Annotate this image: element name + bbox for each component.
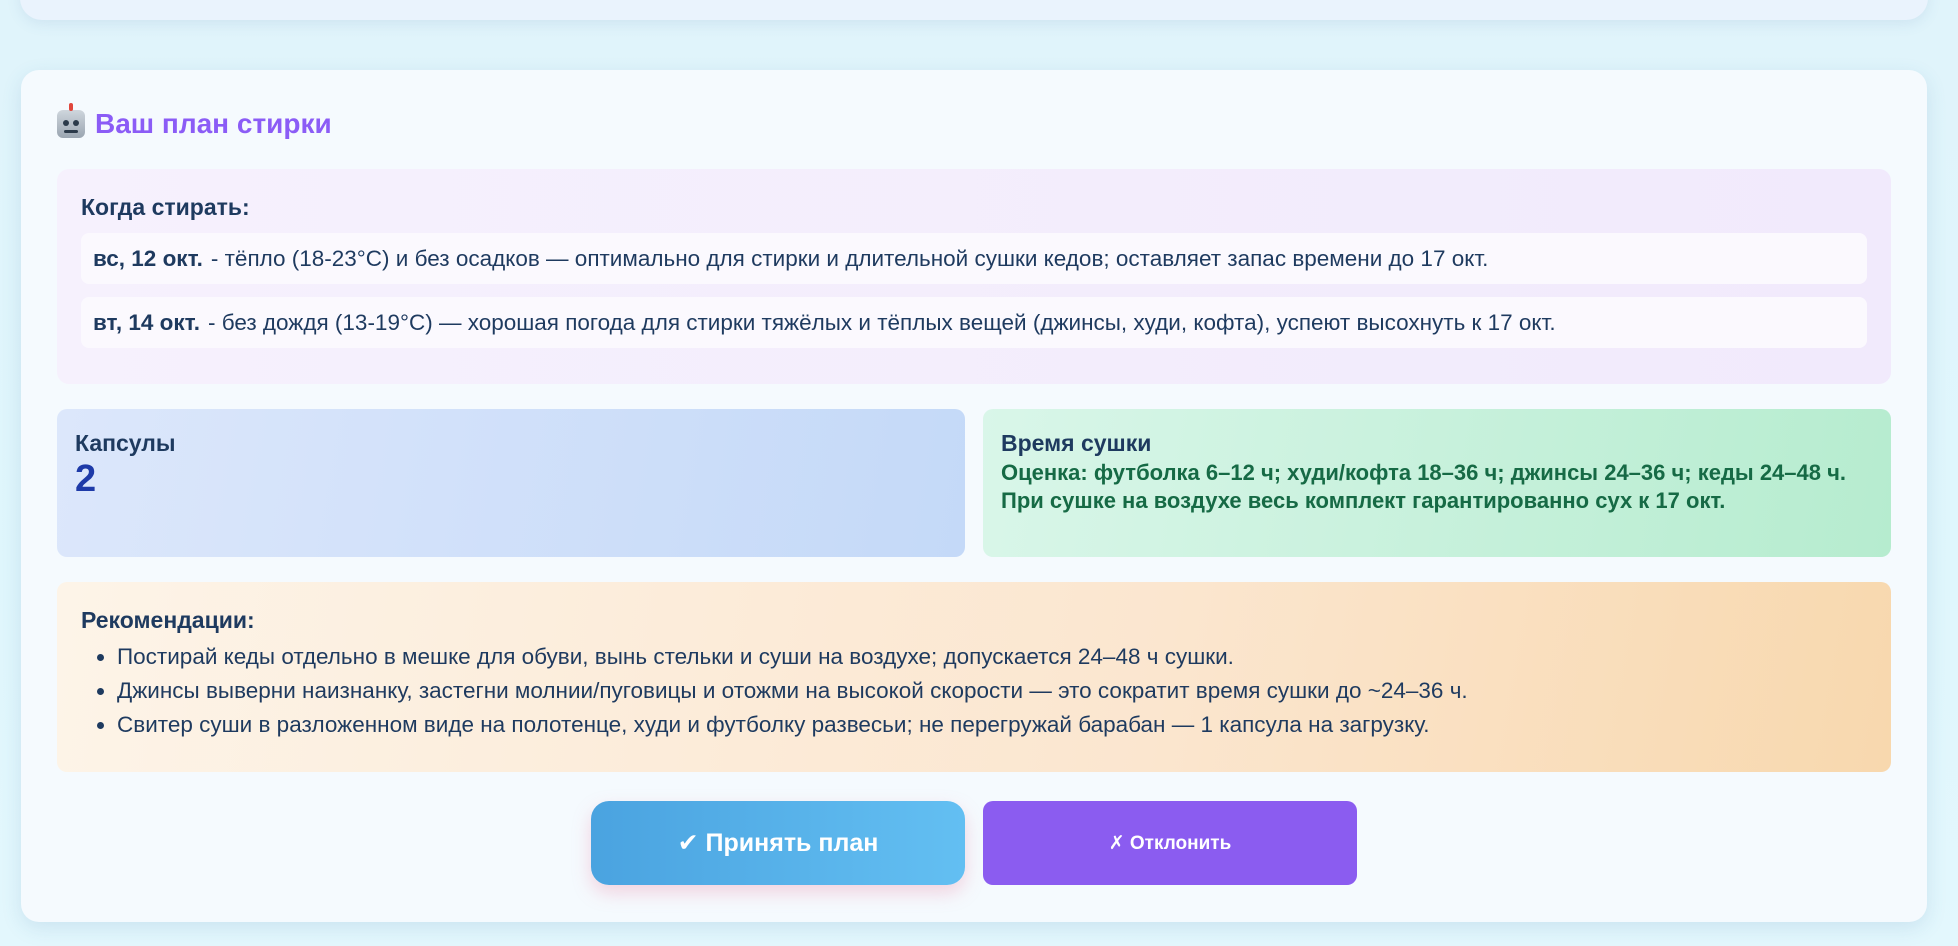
plan-heading: Ваш план стирки	[57, 103, 332, 140]
recommendation-item: Свитер суши в разложенном виде на полоте…	[117, 708, 1468, 742]
wash-day-description: - без дождя (13-19°C) — хорошая погода д…	[207, 309, 1556, 335]
when-label: Когда стирать:	[81, 194, 250, 220]
recommendations-list: Постирай кеды отдельно в мешке для обуви…	[87, 640, 1468, 742]
recommendation-item: Постирай кеды отдельно в мешке для обуви…	[117, 640, 1468, 674]
when-to-wash-section: Когда стирать: вс, 12 окт. - тёпло (18-2…	[57, 169, 1891, 384]
drying-label: Время сушки	[1001, 430, 1152, 456]
decline-plan-button[interactable]: ✗ Отклонить	[983, 801, 1357, 885]
wash-day-date: вт, 14 окт.	[93, 309, 200, 335]
wash-day-description: - тёпло (18-23°C) и без осадков — оптима…	[210, 245, 1489, 271]
recommendation-item: Джинсы выверни наизнанку, застегни молни…	[117, 674, 1468, 708]
drying-estimate: Оценка: футболка 6–12 ч; худи/кофта 18–3…	[1001, 460, 1846, 513]
drying-time-panel: Время сушки Оценка: футболка 6–12 ч; худ…	[983, 409, 1891, 557]
capsules-value: 2	[75, 458, 97, 500]
previous-card	[20, 0, 1928, 20]
capsules-panel: Капсулы 2	[57, 409, 965, 557]
accept-plan-button[interactable]: ✔ Принять план	[591, 801, 965, 885]
wash-day-item: вс, 12 окт. - тёпло (18-23°C) и без осад…	[81, 233, 1867, 284]
robot-icon	[57, 103, 85, 138]
plan-title: Ваш план стирки	[95, 108, 332, 139]
wash-day-item: вт, 14 окт. - без дождя (13-19°C) — хоро…	[81, 297, 1867, 348]
capsules-label: Капсулы	[75, 430, 176, 456]
laundry-plan-card: Ваш план стирки Когда стирать: вс, 12 ок…	[21, 70, 1927, 922]
wash-day-date: вс, 12 окт.	[93, 245, 203, 271]
recommendations-section: Рекомендации: Постирай кеды отдельно в м…	[57, 582, 1891, 772]
recommendations-label: Рекомендации:	[81, 607, 255, 633]
